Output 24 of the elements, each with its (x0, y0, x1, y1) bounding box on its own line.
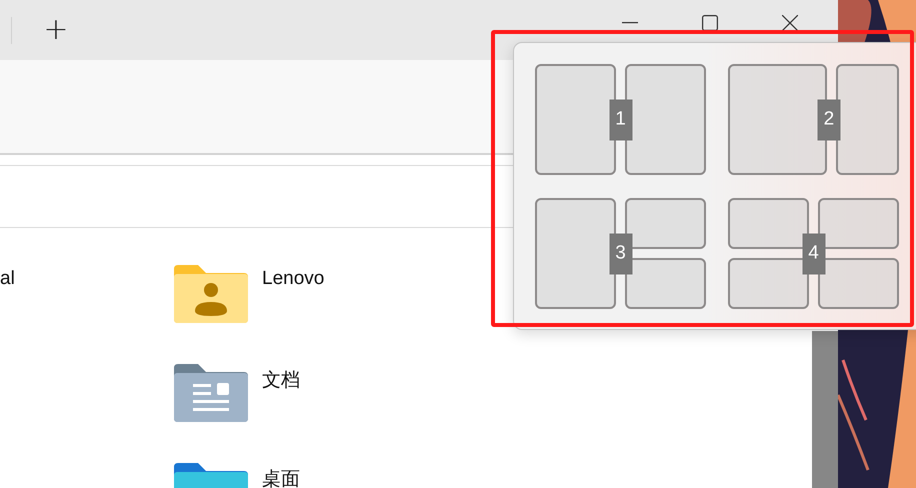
file-name: 文档 (262, 369, 300, 393)
snap-zone[interactable] (818, 258, 899, 309)
layout-number-label: 2 (817, 99, 840, 140)
document-folder-icon (174, 364, 248, 422)
snap-zone[interactable] (535, 198, 616, 309)
layout-number-label: 4 (802, 233, 825, 274)
file-name: 桌面 (262, 468, 300, 488)
snap-zone[interactable] (728, 258, 809, 309)
snap-zone[interactable] (836, 64, 899, 175)
snap-zone[interactable] (625, 64, 706, 175)
snap-zone[interactable] (728, 198, 809, 249)
layout-number-label: 3 (609, 233, 632, 274)
new-tab-button[interactable]: + (36, 12, 76, 48)
file-name: al (0, 268, 15, 290)
folder-item[interactable]: 桌面 (174, 463, 812, 488)
snap-zone[interactable] (818, 198, 899, 249)
snap-zone[interactable] (625, 198, 706, 249)
folder-item[interactable]: 文档 (174, 364, 812, 463)
user-folder-icon (174, 265, 248, 323)
scrollbar-thumb[interactable] (812, 331, 838, 488)
file-name: Lenovo (262, 268, 324, 290)
snap-zone[interactable] (535, 64, 616, 175)
layout-number-label: 1 (609, 99, 632, 140)
snap-zone[interactable] (625, 258, 706, 309)
